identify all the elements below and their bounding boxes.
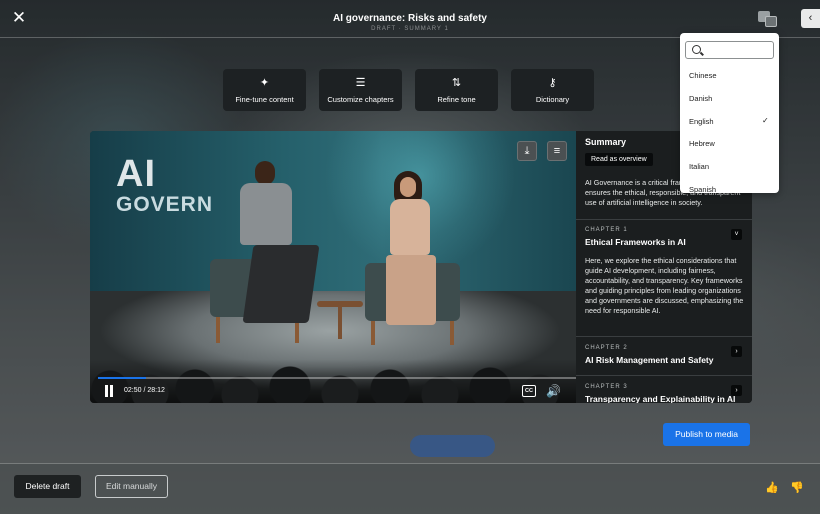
chevron-down-icon[interactable]: ˅ <box>731 229 742 240</box>
speaker-head <box>400 177 416 197</box>
video-overlay-text: GOVERN <box>116 193 214 216</box>
chevron-right-icon[interactable]: › <box>731 346 742 357</box>
language-option-english[interactable]: English ✓ <box>680 111 779 133</box>
video-speaker-right <box>380 171 440 331</box>
key-icon: ⚷ <box>548 77 557 89</box>
chapter-title[interactable]: Transparency and Explainability in AI <box>585 394 735 403</box>
language-option-label: Chinese <box>689 71 717 80</box>
divider <box>576 336 752 337</box>
speaker-body <box>390 199 430 255</box>
page-title: AI governance: Risks and safety <box>333 13 487 24</box>
search-icon <box>692 45 701 54</box>
download-icon[interactable]: ⤓ <box>517 141 537 161</box>
translate-icon[interactable] <box>757 10 779 28</box>
video-time: 02:50 / 28:12 <box>124 387 165 394</box>
video-controls: 02:50 / 28:12 CC 🔊 <box>90 379 576 403</box>
language-option-hebrew[interactable]: Hebrew <box>680 133 779 155</box>
video-side-table-leg <box>338 307 342 339</box>
dictionary-label: Dictionary <box>535 95 570 104</box>
delete-draft-button[interactable]: Delete draft <box>14 475 81 498</box>
speaker-legs <box>242 245 320 323</box>
pause-icon[interactable] <box>104 385 114 397</box>
summary-preview-card: AI GOVERN ⤓ ≡ 02:50 / 28:12 CC 🔊 Summary… <box>90 131 752 403</box>
language-option-chinese[interactable]: Chinese <box>680 65 779 87</box>
video-chair-leg <box>450 321 454 345</box>
chapter-label: CHAPTER 3 <box>585 384 628 390</box>
fine-tune-content-button[interactable]: ✦ Fine-tune content <box>223 69 306 111</box>
list-icon: ☰ <box>355 77 366 89</box>
language-option-italian[interactable]: Italian <box>680 156 779 178</box>
refine-tone-button[interactable]: ⇅ Refine tone <box>415 69 498 111</box>
language-option-danish[interactable]: Danish <box>680 88 779 110</box>
speaker-body <box>240 183 292 245</box>
customize-chapters-button[interactable]: ☰ Customize chapters <box>319 69 402 111</box>
page-subtitle: DRAFT · SUMMARY 1 <box>371 26 449 32</box>
volume-icon[interactable]: 🔊 <box>546 384 564 398</box>
footer-bar: Delete draft Edit manually 👍 👎 <box>0 463 820 514</box>
language-option-label: English <box>689 117 714 126</box>
chapter-body: Here, we explore the ethical considerati… <box>585 256 744 315</box>
summary-heading: Summary <box>585 137 627 147</box>
check-icon: ✓ <box>762 116 769 125</box>
edit-manually-button[interactable]: Edit manually <box>95 475 168 498</box>
language-search-input[interactable] <box>704 44 770 57</box>
chapter-title: Ethical Frameworks in AI <box>585 237 686 247</box>
sparkle-icon: ✦ <box>259 77 270 89</box>
thumbs-up-icon[interactable]: 👍 <box>765 481 779 495</box>
chevron-left-icon[interactable]: ‹ <box>801 9 820 28</box>
language-option-label: Italian <box>689 162 710 171</box>
speaker-head <box>255 161 275 185</box>
chapter-title[interactable]: AI Risk Management and Safety <box>585 355 713 365</box>
customize-chapters-label: Customize chapters <box>327 95 394 104</box>
sliders-icon: ⇅ <box>451 77 462 89</box>
language-option-label: Hebrew <box>689 139 715 148</box>
language-option-spanish[interactable]: Spanish <box>680 179 779 193</box>
fine-tune-content-label: Fine-tune content <box>235 95 294 104</box>
video-chair-leg <box>371 321 375 345</box>
divider <box>576 375 752 376</box>
dictionary-button[interactable]: ⚷ Dictionary <box>511 69 594 111</box>
video-speaker-left <box>230 161 320 331</box>
closed-captions-button[interactable]: CC <box>522 385 536 397</box>
language-option-label: Danish <box>689 94 713 103</box>
chapter-label: CHAPTER 1 <box>585 227 628 233</box>
chevron-right-icon[interactable]: › <box>731 385 742 396</box>
divider <box>576 219 752 220</box>
read-as-overview-badge[interactable]: Read as overview <box>585 153 653 166</box>
chapter-label: CHAPTER 2 <box>585 345 628 351</box>
transcript-icon[interactable]: ≡ <box>547 141 567 161</box>
language-dropdown[interactable]: Chinese Danish English ✓ Hebrew Italian … <box>680 33 779 193</box>
video-player[interactable]: AI GOVERN ⤓ ≡ 02:50 / 28:12 CC 🔊 <box>90 131 576 403</box>
speaker-legs <box>386 255 436 325</box>
translate-icon-front <box>765 16 777 27</box>
video-overlay-text: AI <box>116 153 156 195</box>
thumbs-down-icon[interactable]: 👎 <box>790 481 804 495</box>
language-option-label: Spanish <box>689 185 717 193</box>
refine-tone-label: Refine tone <box>437 95 476 104</box>
publish-to-media-button[interactable]: Publish to media <box>663 423 750 446</box>
language-search-field[interactable] <box>685 41 774 59</box>
video-chair-leg <box>216 317 220 343</box>
